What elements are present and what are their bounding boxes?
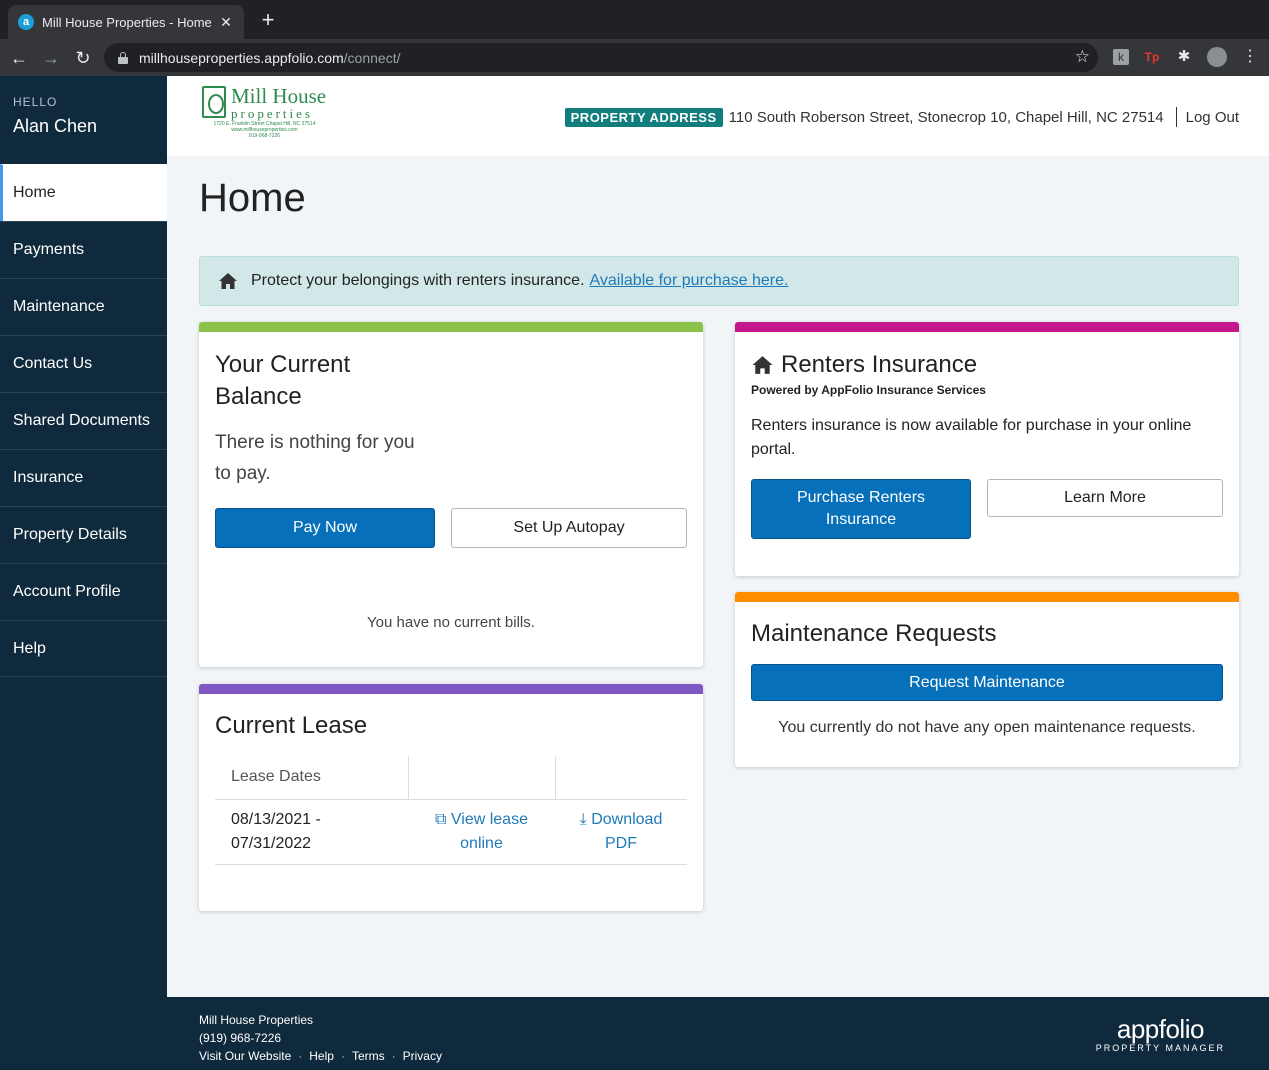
- forward-arrow-icon[interactable]: →: [39, 46, 63, 70]
- tab-title: Mill House Properties - Home: [42, 14, 212, 30]
- lease-table-header-empty: [554, 756, 687, 800]
- footer-link-privacy[interactable]: Privacy: [403, 1047, 442, 1065]
- maintenance-title: Maintenance Requests: [751, 620, 997, 647]
- footer-link-website[interactable]: Visit Our Website: [199, 1047, 291, 1065]
- url-text: millhouseproperties.appfolio.com/connect…: [139, 49, 401, 66]
- browser-toolbar: ← → ↻ millhouseproperties.appfolio.com/c…: [0, 39, 1269, 76]
- sidebar-item-help[interactable]: Help: [0, 620, 167, 677]
- footer-link-help[interactable]: Help: [309, 1047, 334, 1065]
- sidebar-item-shared-documents[interactable]: Shared Documents: [0, 392, 167, 449]
- page-header: Mill House properties 1720 E. Franklin S…: [167, 76, 1269, 156]
- user-name: Alan Chen: [13, 116, 98, 136]
- balance-title: Your Current Balance: [215, 351, 351, 410]
- reload-icon[interactable]: ↻: [71, 46, 95, 70]
- property-address-badge: PROPERTY ADDRESS: [564, 107, 723, 127]
- footer-separator: ·: [391, 1049, 396, 1063]
- footer-separator: ·: [340, 1049, 345, 1063]
- insurance-title: Renters Insurance: [751, 349, 1223, 381]
- appfolio-logo: appfolio PROPERTY MANAGER: [1095, 1014, 1225, 1053]
- download-pdf-link[interactable]: ⤓ Download PDF: [555, 799, 687, 865]
- appfolio-favicon-icon: a: [18, 14, 34, 30]
- no-maintenance-requests-text: You currently do not have any open maint…: [778, 719, 1196, 736]
- view-lease-online-link[interactable]: ⧉ View lease online: [408, 799, 555, 865]
- page-title: Home: [199, 176, 306, 220]
- external-link-icon: ⧉: [435, 810, 447, 828]
- property-address: 110 South Roberson Street, Stonecrop 10,…: [728, 108, 1164, 126]
- bookmark-star-icon[interactable]: ☆: [1075, 47, 1090, 67]
- extensions-puzzle-icon[interactable]: ✱: [1176, 49, 1192, 65]
- home-icon: [219, 273, 237, 289]
- balance-card: Your Current Balance There is nothing fo…: [199, 322, 703, 667]
- insurance-card-accent: [735, 322, 1239, 332]
- extension-tp-icon[interactable]: Tp: [1144, 49, 1160, 65]
- sidebar-item-payments[interactable]: Payments: [0, 221, 167, 278]
- browser-tab-bar: a Mill House Properties - Home ✕ +: [0, 0, 1269, 39]
- close-icon[interactable]: ✕: [218, 14, 234, 31]
- logout-link[interactable]: Log Out: [1186, 109, 1239, 126]
- pay-now-button[interactable]: Pay Now: [215, 508, 435, 548]
- alert-text: Protect your belongings with renters ins…: [251, 272, 585, 289]
- browser-menu-icon[interactable]: ⋮: [1242, 49, 1258, 65]
- header-divider: [1175, 107, 1177, 127]
- footer-links: Visit Our Website · Help · Terms · Priva…: [199, 1047, 442, 1065]
- lock-icon: [118, 51, 128, 64]
- download-icon: ⤓: [579, 810, 587, 828]
- extension-k-icon[interactable]: k: [1113, 49, 1129, 65]
- sidebar-item-insurance[interactable]: Insurance: [0, 449, 167, 506]
- sidebar-item-home[interactable]: Home: [0, 164, 167, 221]
- insurance-alert: Protect your belongings with renters ins…: [199, 256, 1239, 306]
- footer-company: Mill House Properties: [199, 1013, 314, 1027]
- lease-table: Lease Dates 08/13/2021 - 07/31/2022 ⧉ Vi…: [215, 756, 687, 865]
- browser-tab[interactable]: a Mill House Properties - Home ✕: [8, 5, 244, 39]
- back-arrow-icon[interactable]: ←: [7, 46, 31, 70]
- logo-subtitle: properties: [231, 106, 313, 121]
- property-address-bar: PROPERTY ADDRESS 110 South Roberson Stre…: [564, 107, 1239, 127]
- request-maintenance-button[interactable]: Request Maintenance: [751, 664, 1223, 701]
- profile-avatar-icon[interactable]: [1207, 47, 1227, 67]
- current-lease-card: Current Lease Lease Dates 08/13/2021 - 0…: [199, 684, 703, 911]
- page-footer: Mill House Properties (919) 968-7226 Vis…: [167, 997, 1269, 1070]
- sidebar-item-contact-us[interactable]: Contact Us: [0, 335, 167, 392]
- hello-label: HELLO: [13, 95, 58, 109]
- mill-logo-mark-icon: [202, 86, 226, 118]
- sidebar: HELLO Alan Chen Home Payments Maintenanc…: [0, 76, 167, 1070]
- lease-card-accent: [199, 684, 703, 694]
- footer-link-terms[interactable]: Terms: [352, 1047, 385, 1065]
- learn-more-button[interactable]: Learn More: [987, 479, 1223, 517]
- lease-dates: 08/13/2021 - 07/31/2022: [215, 799, 408, 865]
- lease-title: Current Lease: [215, 712, 368, 739]
- renters-insurance-card: Renters Insurance Powered by AppFolio In…: [735, 322, 1239, 576]
- new-tab-plus-icon[interactable]: +: [258, 9, 278, 31]
- company-logo[interactable]: Mill House properties 1720 E. Franklin S…: [202, 84, 327, 140]
- sidebar-item-property-details[interactable]: Property Details: [0, 506, 167, 563]
- user-greeting: HELLO Alan Chen: [0, 76, 167, 164]
- footer-separator: ·: [298, 1049, 303, 1063]
- alert-purchase-link[interactable]: Available for purchase here.: [590, 272, 789, 290]
- sidebar-item-maintenance[interactable]: Maintenance: [0, 278, 167, 335]
- insurance-powered-by: Powered by AppFolio Insurance Services: [751, 383, 986, 397]
- main-content: Home Protect your belongings with renter…: [199, 156, 1239, 911]
- balance-card-accent: [199, 322, 703, 332]
- lease-dates-header: Lease Dates: [215, 756, 408, 800]
- logo-fine-print: 1720 E. Franklin Street Chapel Hill, NC …: [213, 121, 316, 139]
- purchase-renters-insurance-button[interactable]: Purchase Renters Insurance: [751, 479, 971, 539]
- balance-message: There is nothing for you to pay.: [215, 432, 415, 484]
- maintenance-card-accent: [735, 592, 1239, 602]
- address-bar[interactable]: millhouseproperties.appfolio.com/connect…: [104, 43, 1098, 72]
- no-bills-text: You have no current bills.: [367, 614, 535, 631]
- sidebar-item-account-profile[interactable]: Account Profile: [0, 563, 167, 620]
- insurance-description: Renters insurance is now available for p…: [751, 417, 1192, 458]
- home-icon: [752, 356, 773, 374]
- table-row: 08/13/2021 - 07/31/2022 ⧉ View lease onl…: [215, 799, 687, 865]
- lease-table-header-empty: [407, 756, 555, 800]
- maintenance-requests-card: Maintenance Requests Request Maintenance…: [735, 592, 1239, 767]
- set-up-autopay-button[interactable]: Set Up Autopay: [451, 508, 687, 548]
- footer-phone: (919) 968-7226: [199, 1031, 282, 1045]
